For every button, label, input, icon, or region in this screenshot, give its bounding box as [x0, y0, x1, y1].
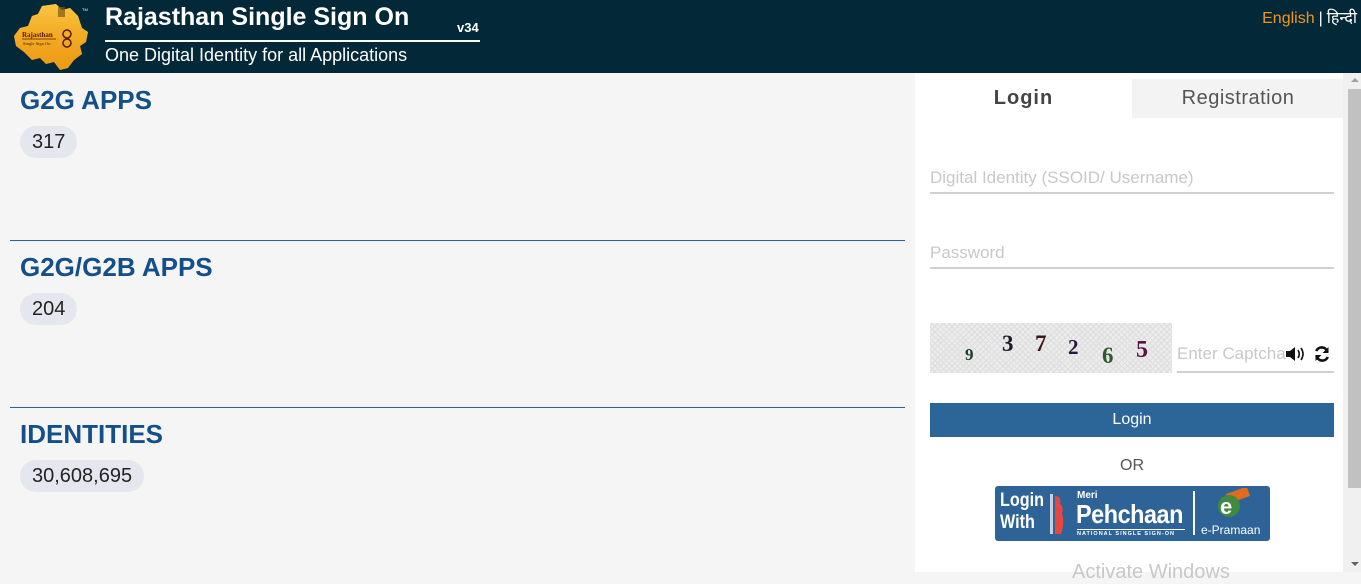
page-scrollbar[interactable]: [1343, 73, 1361, 572]
divider: [1193, 491, 1195, 535]
refresh-icon[interactable]: [1313, 345, 1331, 368]
lang-separator: |: [1318, 10, 1323, 27]
epramaan-logo-icon: e: [1218, 488, 1251, 519]
stat-title-g2g-apps: G2G APPS: [20, 85, 152, 115]
captcha-digit: 7: [1035, 331, 1047, 356]
epramaan-label: e-Pramaan: [1201, 523, 1261, 537]
scroll-thumb[interactable]: [1348, 89, 1361, 488]
password-input[interactable]: [930, 243, 1334, 269]
lang-hindi-link[interactable]: हिन्दी: [1327, 10, 1357, 27]
svg-text:TM: TM: [82, 7, 88, 12]
lang-english-link[interactable]: English: [1262, 10, 1314, 27]
stat-title-identities: IDENTITIES: [20, 419, 164, 449]
captcha-digit: 3: [1002, 331, 1014, 356]
ssoid-username-input[interactable]: [930, 168, 1334, 194]
scroll-up-arrow-icon[interactable]: [1351, 78, 1359, 82]
tab-login[interactable]: Login: [915, 79, 1132, 118]
speaker-icon[interactable]: [1285, 345, 1307, 368]
language-switcher: English | हिन्दी: [1262, 6, 1357, 28]
version-label: v34: [457, 20, 479, 35]
login-with-label: Login With: [1000, 490, 1044, 533]
stats-panel: G2G APPS 317 G2G/G2B APPS 204 IDENTITIES…: [0, 73, 915, 572]
or-separator: OR: [1120, 457, 1144, 474]
captcha-field: [1177, 341, 1334, 373]
activate-windows-watermark: Activate Windows: [1072, 561, 1230, 583]
stat-title-g2g-g2b-apps: G2G/G2B APPS: [20, 252, 213, 282]
login-button[interactable]: Login: [930, 403, 1334, 437]
login-panel: Login Registration 9 3 7 2 6 5 Login OR …: [915, 73, 1344, 583]
pehchaan-label: Pehchaan: [1076, 499, 1183, 529]
captcha-digit: 5: [1136, 337, 1148, 363]
captcha-digit: 9: [965, 345, 974, 364]
captcha-image: 9 3 7 2 6 5: [930, 323, 1172, 373]
section-divider: [10, 240, 905, 241]
national-sso-tagline: NATIONAL SINGLE SIGN-ON: [1077, 529, 1185, 537]
tab-registration[interactable]: Registration: [1132, 79, 1344, 118]
scroll-down-arrow-icon[interactable]: [1351, 562, 1359, 566]
stat-value-g2g-g2b-apps: 204: [20, 293, 78, 325]
person-silhouette-icon: [1050, 494, 1064, 534]
site-subtitle: One Digital Identity for all Application…: [105, 45, 408, 65]
svg-text:Single Sign On: Single Sign On: [23, 41, 51, 46]
captcha-input[interactable]: [1177, 341, 1287, 364]
section-divider: [10, 407, 905, 408]
rajasthan-sso-logo[interactable]: Rajasthan Single Sign On TM: [12, 2, 94, 72]
svg-text:e: e: [1220, 494, 1232, 519]
site-header: Rajasthan Single Sign On TM Rajasthan Si…: [0, 0, 1361, 73]
svg-text:Rajasthan: Rajasthan: [22, 31, 53, 39]
stat-value-identities: 30,608,695: [20, 460, 145, 492]
meri-pehchaan-login-button[interactable]: Login With Meri Pehchaan NATIONAL SINGLE …: [995, 486, 1270, 541]
stat-value-g2g-apps: 317: [20, 126, 78, 158]
captcha-digit: 2: [1068, 335, 1079, 359]
site-title: Rajasthan Single Sign On: [105, 3, 410, 31]
title-underline: [105, 40, 480, 42]
captcha-digit: 6: [1102, 343, 1114, 368]
